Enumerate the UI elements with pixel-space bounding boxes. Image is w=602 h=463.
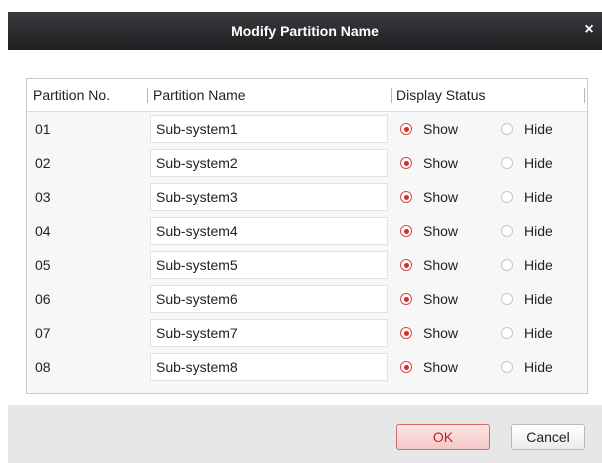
show-label: Show xyxy=(423,257,459,273)
dialog-titlebar: Modify Partition Name × xyxy=(8,12,602,50)
hide-radio[interactable] xyxy=(501,123,513,135)
partition-no: 03 xyxy=(35,189,51,205)
show-label: Show xyxy=(423,189,459,205)
hide-radio[interactable] xyxy=(501,327,513,339)
show-label: Show xyxy=(423,325,459,341)
modify-partition-dialog: Modify Partition Name × Partition No. Pa… xyxy=(8,12,602,463)
cancel-button[interactable]: Cancel xyxy=(511,424,585,450)
show-radio[interactable] xyxy=(400,225,412,237)
show-radio[interactable] xyxy=(400,157,412,169)
partition-no: 04 xyxy=(35,223,51,239)
ok-button[interactable]: OK xyxy=(396,424,490,450)
partition-name-input[interactable] xyxy=(150,217,388,245)
header-separator xyxy=(584,88,585,103)
table-header: Partition No. Partition Name Display Sta… xyxy=(27,79,587,112)
table-row: 07 Show Hide xyxy=(27,316,587,350)
partition-name-input[interactable] xyxy=(150,115,388,143)
header-partition-name: Partition Name xyxy=(153,87,246,103)
table-row: 05 Show Hide xyxy=(27,248,587,282)
table-row: 08 Show Hide xyxy=(27,350,587,384)
header-separator xyxy=(391,88,392,103)
show-radio[interactable] xyxy=(400,123,412,135)
partition-name-input[interactable] xyxy=(150,319,388,347)
partition-no: 06 xyxy=(35,291,51,307)
hide-label: Hide xyxy=(524,359,553,375)
hide-label: Hide xyxy=(524,291,553,307)
show-radio[interactable] xyxy=(400,293,412,305)
show-label: Show xyxy=(423,291,459,307)
partition-name-input[interactable] xyxy=(150,251,388,279)
hide-radio[interactable] xyxy=(501,191,513,203)
partition-name-input[interactable] xyxy=(150,285,388,313)
partition-no: 08 xyxy=(35,359,51,375)
table-row: 06 Show Hide xyxy=(27,282,587,316)
partition-name-input[interactable] xyxy=(150,149,388,177)
show-label: Show xyxy=(423,155,459,171)
table-row: 02 Show Hide xyxy=(27,146,587,180)
dialog-footer: OK Cancel xyxy=(8,405,602,463)
show-label: Show xyxy=(423,121,459,137)
header-separator xyxy=(147,88,148,103)
partition-name-input[interactable] xyxy=(150,183,388,211)
hide-label: Hide xyxy=(524,325,553,341)
table-row: 01 Show Hide xyxy=(27,112,587,146)
partition-no: 05 xyxy=(35,257,51,273)
hide-radio[interactable] xyxy=(501,293,513,305)
partition-no: 02 xyxy=(35,155,51,171)
show-radio[interactable] xyxy=(400,327,412,339)
partition-name-input[interactable] xyxy=(150,353,388,381)
hide-label: Hide xyxy=(524,223,553,239)
hide-label: Hide xyxy=(524,155,553,171)
hide-radio[interactable] xyxy=(501,259,513,271)
show-radio[interactable] xyxy=(400,191,412,203)
show-radio[interactable] xyxy=(400,259,412,271)
dialog-title: Modify Partition Name xyxy=(231,23,379,39)
show-label: Show xyxy=(423,223,459,239)
hide-label: Hide xyxy=(524,257,553,273)
hide-label: Hide xyxy=(524,121,553,137)
header-display-status: Display Status xyxy=(396,87,486,103)
partition-no: 01 xyxy=(35,121,51,137)
table-row: 03 Show Hide xyxy=(27,180,587,214)
partition-table: Partition No. Partition Name Display Sta… xyxy=(26,78,588,394)
header-partition-no: Partition No. xyxy=(33,87,111,103)
hide-radio[interactable] xyxy=(501,157,513,169)
show-radio[interactable] xyxy=(400,361,412,373)
hide-label: Hide xyxy=(524,189,553,205)
close-icon[interactable]: × xyxy=(580,21,598,39)
hide-radio[interactable] xyxy=(501,225,513,237)
partition-no: 07 xyxy=(35,325,51,341)
table-row: 04 Show Hide xyxy=(27,214,587,248)
dialog-content: Partition No. Partition Name Display Sta… xyxy=(8,50,602,405)
hide-radio[interactable] xyxy=(501,361,513,373)
show-label: Show xyxy=(423,359,459,375)
